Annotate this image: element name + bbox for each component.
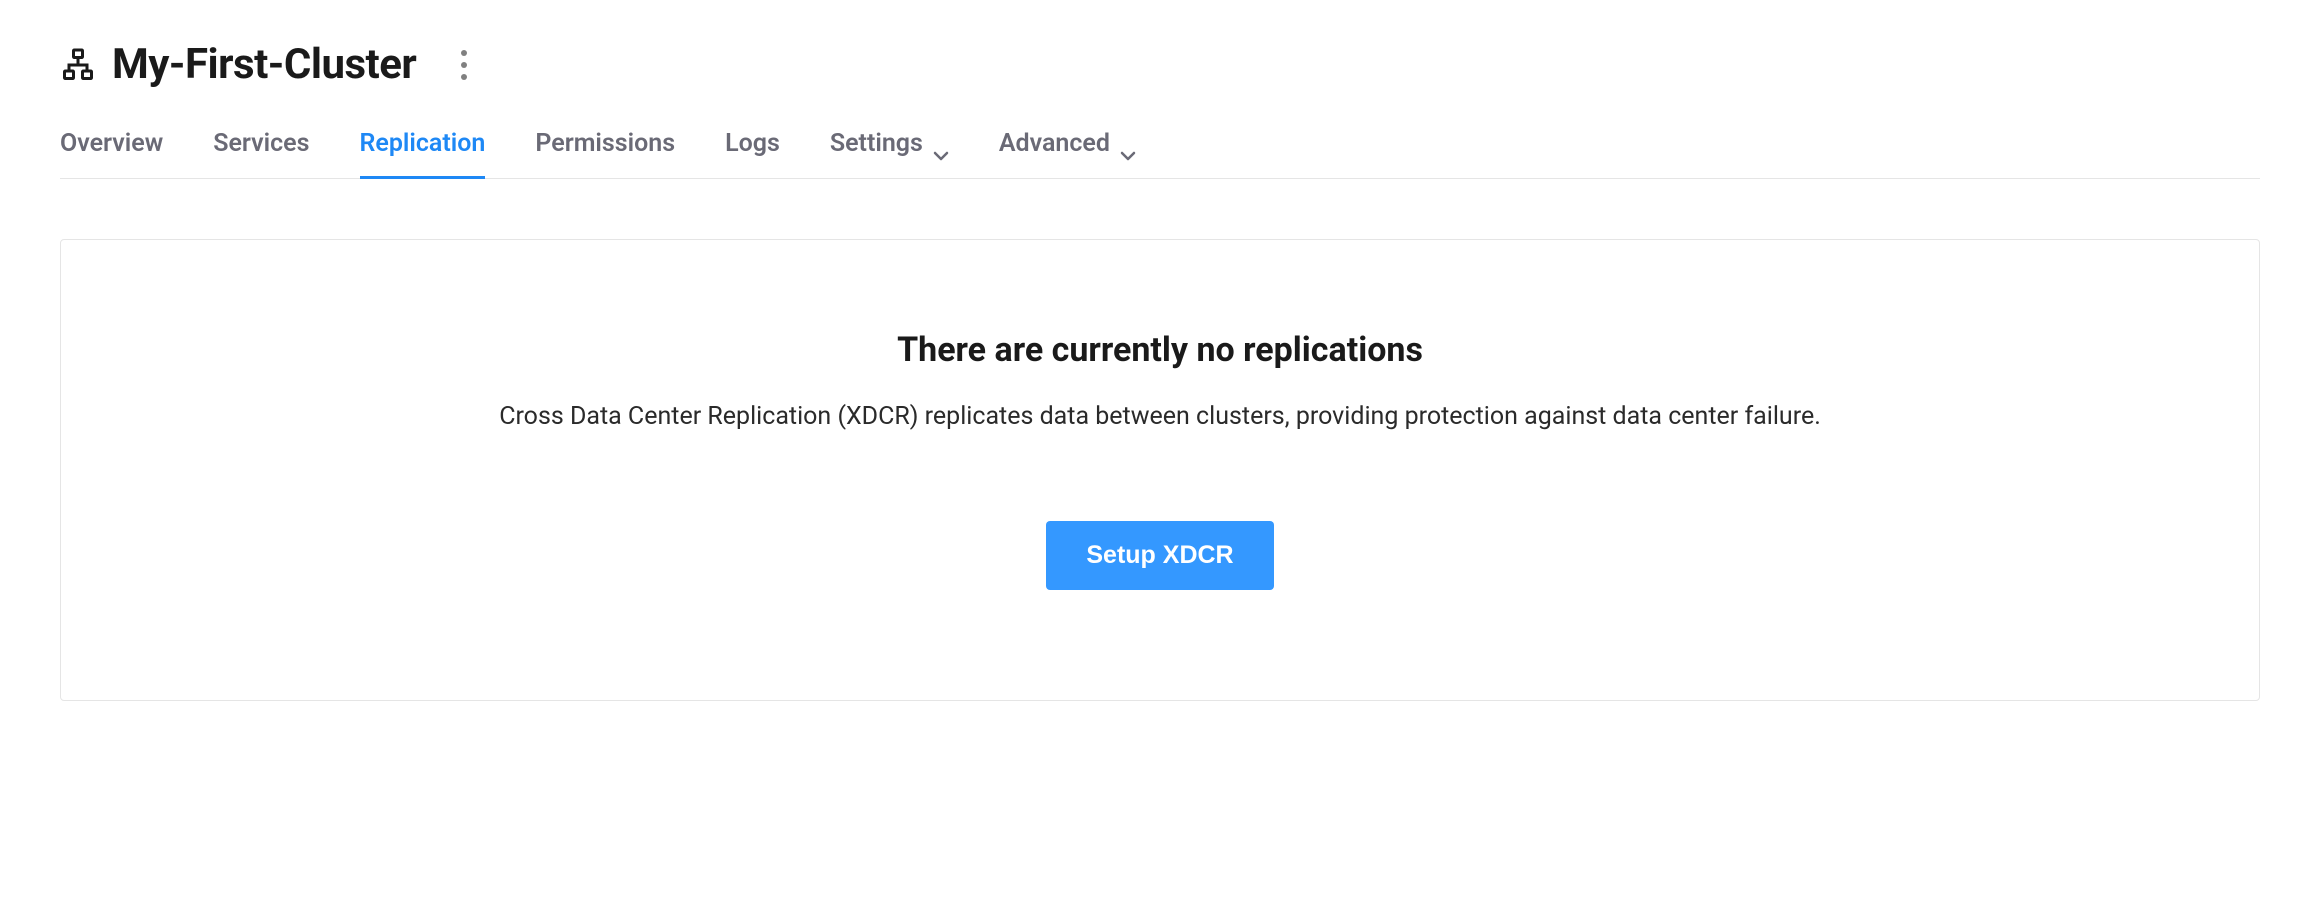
page-header: My-First-Cluster	[60, 40, 2260, 89]
tab-services[interactable]: Services	[213, 129, 309, 179]
tab-label: Logs	[725, 129, 780, 158]
tab-permissions[interactable]: Permissions	[535, 129, 675, 179]
kebab-dot-icon	[461, 50, 467, 56]
kebab-dot-icon	[461, 62, 467, 68]
cluster-icon	[60, 47, 96, 83]
tab-settings[interactable]: Settings	[830, 129, 949, 179]
kebab-dot-icon	[461, 74, 467, 80]
more-menu-button[interactable]	[452, 47, 476, 83]
tab-label: Overview	[60, 129, 163, 158]
tab-logs[interactable]: Logs	[725, 129, 780, 179]
empty-state-title: There are currently no replications	[897, 330, 1423, 370]
tab-label: Advanced	[999, 129, 1110, 158]
tab-label: Replication	[360, 129, 486, 158]
tab-label: Permissions	[535, 129, 675, 158]
tab-advanced[interactable]: Advanced	[999, 129, 1136, 179]
cluster-title: My-First-Cluster	[112, 40, 416, 89]
tab-overview[interactable]: Overview	[60, 129, 163, 179]
tab-replication[interactable]: Replication	[360, 129, 486, 179]
tab-label: Settings	[830, 129, 923, 158]
chevron-down-icon	[1120, 139, 1136, 149]
empty-state-description: Cross Data Center Replication (XDCR) rep…	[499, 402, 1821, 431]
tab-label: Services	[213, 129, 309, 158]
chevron-down-icon	[933, 139, 949, 149]
setup-xdcr-button[interactable]: Setup XDCR	[1046, 521, 1273, 590]
tab-bar: Overview Services Replication Permission…	[60, 129, 2260, 179]
replication-empty-state: There are currently no replications Cros…	[60, 239, 2260, 701]
